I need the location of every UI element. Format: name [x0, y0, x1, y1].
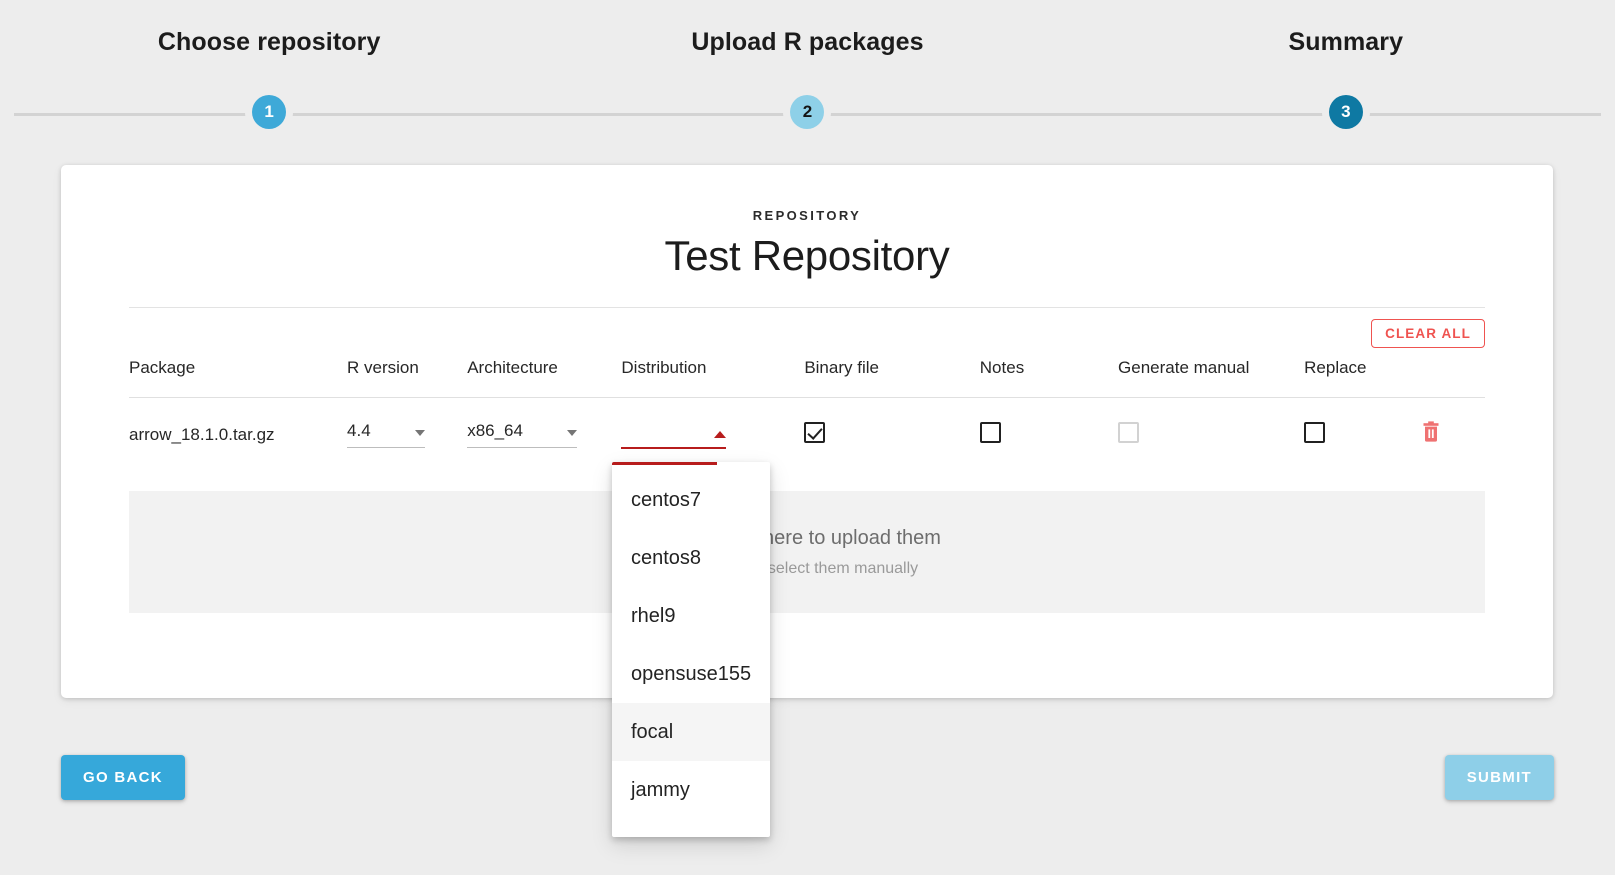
- step-dot-3[interactable]: 3: [1328, 95, 1363, 129]
- cell-delete: [1421, 398, 1485, 474]
- chevron-down-icon: [567, 430, 578, 436]
- distribution-option-rhel9[interactable]: rhel9: [612, 587, 770, 645]
- column-header-r-version: R version: [347, 358, 468, 398]
- stepper-dots: 1 2 3: [0, 95, 1615, 129]
- step-dot-wrap-3: 3: [1077, 95, 1615, 129]
- distribution-option-jammy[interactable]: jammy: [612, 761, 770, 819]
- distribution-option-list: centos7 centos8 rhel9 opensuse155 focal …: [612, 462, 770, 819]
- dropdown-error-underline: [612, 462, 717, 465]
- table-header-row: Package R version Architecture Distribut…: [129, 358, 1485, 398]
- clear-all-button[interactable]: CLEAR ALL: [1371, 319, 1485, 348]
- replace-checkbox[interactable]: [1304, 421, 1326, 443]
- cell-binary-file: [804, 398, 979, 474]
- column-header-notes: Notes: [979, 358, 1119, 398]
- step-label-3: Summary: [1288, 28, 1404, 56]
- cell-r-version: 4.4: [347, 398, 467, 474]
- distribution-dropdown-menu[interactable]: centos7 centos8 rhel9 opensuse155 focal …: [612, 462, 770, 837]
- column-header-architecture: Architecture: [467, 358, 622, 398]
- architecture-value: x86_64: [467, 421, 523, 440]
- step-dot-wrap-1: 1: [0, 95, 538, 129]
- cell-package-name: arrow_18.1.0.tar.gz: [129, 424, 275, 444]
- upload-card: REPOSITORY Test Repository CLEAR ALL Pac…: [61, 165, 1553, 698]
- distribution-option-centos7[interactable]: centos7: [612, 471, 770, 529]
- trash-icon: [1423, 421, 1439, 442]
- column-header-distribution: Distribution: [621, 358, 805, 398]
- stepper-labels: Choose repository Upload R packages Summ…: [0, 22, 1615, 62]
- column-header-actions: [1421, 358, 1485, 398]
- repository-title: Test Repository: [664, 232, 950, 279]
- distribution-select[interactable]: [621, 420, 727, 449]
- column-header-generate-manual: Generate manual: [1118, 358, 1305, 398]
- chevron-up-icon: [714, 431, 727, 438]
- cell-architecture: x86_64: [467, 398, 621, 474]
- submit-button[interactable]: SUBMIT: [1444, 755, 1554, 800]
- r-version-value: 4.4: [347, 421, 371, 440]
- binary-file-checkbox[interactable]: [804, 421, 826, 443]
- step-dot-2[interactable]: 2: [790, 95, 825, 129]
- file-dropzone[interactable]: Drop files here to upload them or click …: [129, 491, 1485, 613]
- go-back-button[interactable]: GO BACK: [61, 755, 185, 800]
- wizard-stepper: Choose repository Upload R packages Summ…: [0, 0, 1615, 140]
- clear-all-row: CLEAR ALL: [61, 308, 1553, 348]
- r-version-select[interactable]: 4.4: [347, 421, 426, 448]
- column-header-package: Package: [129, 358, 348, 398]
- column-header-replace: Replace: [1304, 358, 1422, 398]
- architecture-select[interactable]: x86_64: [467, 421, 578, 448]
- distribution-option-focal[interactable]: focal: [612, 703, 770, 761]
- packages-table: Package R version Architecture Distribut…: [129, 358, 1485, 473]
- distribution-option-opensuse155[interactable]: opensuse155: [612, 645, 770, 703]
- notes-checkbox[interactable]: [979, 421, 1001, 443]
- cell-generate-manual: [1118, 398, 1304, 474]
- cell-replace: [1304, 398, 1421, 474]
- generate-manual-checkbox: [1118, 421, 1140, 443]
- distribution-option-centos8[interactable]: centos8: [612, 529, 770, 587]
- step-dot-wrap-2: 2: [538, 95, 1076, 129]
- cell-notes: [979, 398, 1118, 474]
- step-dot-1[interactable]: 1: [252, 95, 287, 129]
- delete-row-button[interactable]: [1421, 421, 1441, 443]
- table-row: arrow_18.1.0.tar.gz 4.4 x86_64: [129, 398, 1485, 474]
- wizard-footer: GO BACK SUBMIT: [61, 755, 1554, 800]
- step-label-1: Choose repository: [157, 28, 381, 56]
- chevron-down-icon: [415, 430, 426, 436]
- column-header-binary-file: Binary file: [804, 358, 980, 398]
- repository-eyebrow: REPOSITORY: [752, 208, 862, 223]
- step-label-2: Upload R packages: [691, 28, 924, 56]
